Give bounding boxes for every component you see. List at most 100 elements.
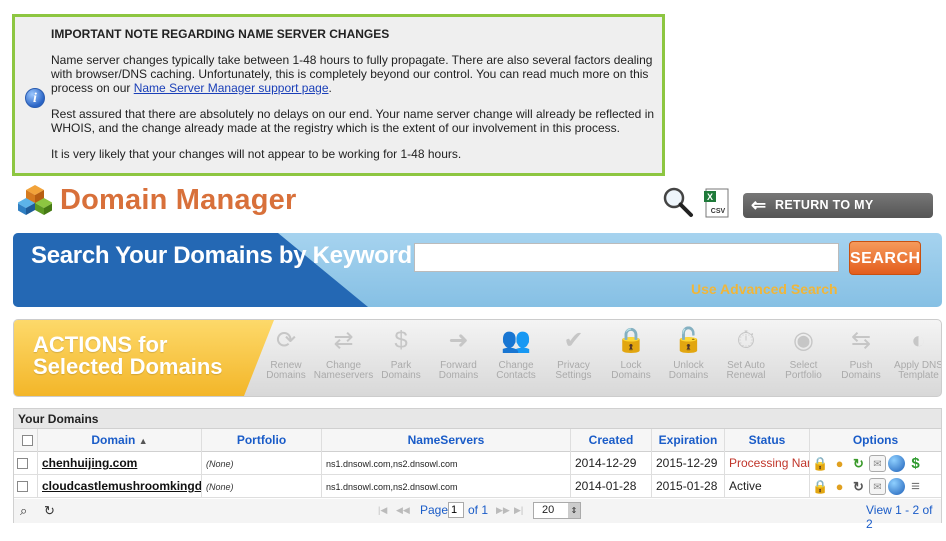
- action-push-button[interactable]: ⇆ Push Domains: [830, 326, 892, 381]
- view-summary: View 1 - 2 of 2: [866, 503, 933, 531]
- nameservers-value: ns1.dnsowl.com,ns2.dnsowl.com: [326, 482, 458, 492]
- portfolio-value: (None): [206, 459, 234, 469]
- contacts-icon[interactable]: ●: [831, 455, 848, 472]
- search-icon[interactable]: ⌕: [20, 503, 27, 519]
- page-count: of 1: [468, 503, 489, 517]
- table-pager: ⌕ ↻ |◀ ◀◀ Page of 1 ▶▶ ▶| 20⇕ View 1 - 2…: [14, 499, 941, 531]
- contacts-icon: 👥: [501, 327, 531, 354]
- svg-text:CSV: CSV: [711, 208, 726, 215]
- lock-icon[interactable]: 🔒: [812, 478, 829, 495]
- email-icon[interactable]: ✉: [869, 478, 886, 496]
- advanced-search-link[interactable]: Use Advanced Search: [691, 281, 838, 297]
- page-size-select[interactable]: 20 ⇕: [533, 502, 581, 519]
- support-page-link[interactable]: Name Server Manager support page: [134, 81, 329, 95]
- name-server-notice: i IMPORTANT NOTE REGARDING NAME SERVER C…: [12, 14, 665, 176]
- status-value: Processing Nam: [725, 452, 810, 475]
- action-privacy-button[interactable]: ✔ Privacy Settings: [543, 326, 605, 381]
- privacy-icon: ✔: [563, 327, 584, 354]
- action-unlock-button[interactable]: 🔓 Unlock Domains: [658, 326, 720, 381]
- table-row: cloudcastlemushroomkingdom (None) ns1.dn…: [14, 475, 941, 498]
- actions-title: ACTIONS for Selected Domains: [33, 332, 223, 379]
- table-header-row: Domain ▲ Portfolio NameServers Created E…: [14, 429, 941, 452]
- dollar-icon[interactable]: $: [907, 455, 924, 472]
- action-dns-template-button[interactable]: ◐ Apply DNS Template: [888, 326, 941, 381]
- actions-bar: ACTIONS for Selected Domains ⟳ Renew Domai…: [13, 319, 942, 397]
- push-icon: ⇆: [850, 327, 872, 354]
- chevron-down-icon: ⇕: [568, 503, 580, 518]
- column-header-domain[interactable]: Domain ▲: [38, 429, 202, 452]
- first-page-icon[interactable]: |◀: [378, 505, 387, 516]
- action-label-line2: Nameservers: [313, 370, 374, 381]
- expiration-value: 2015-12-29: [652, 452, 725, 475]
- action-label-line2: Contacts: [496, 370, 536, 381]
- column-header-nameservers[interactable]: NameServers: [322, 429, 571, 452]
- change-nameservers-icon: ⇄: [333, 327, 354, 354]
- action-park-button[interactable]: $ Park Domains: [370, 326, 432, 381]
- lock-icon: 🔒: [616, 327, 646, 354]
- action-auto-renewal-button[interactable]: ⏱ Set Auto Renewal: [715, 326, 777, 381]
- renew-icon[interactable]: ↻: [850, 455, 867, 472]
- sort-ascending-icon: ▲: [138, 436, 148, 446]
- row-checkbox[interactable]: [17, 458, 28, 470]
- portfolio-value: (None): [206, 482, 234, 492]
- notice-paragraph-3: It is very likely that your changes will…: [51, 147, 462, 161]
- action-label-line2: Portfolio: [785, 370, 822, 381]
- action-label-line2: Domains: [668, 370, 709, 381]
- row-checkbox[interactable]: [17, 481, 28, 493]
- auto-renewal-icon: ⏱: [736, 327, 756, 354]
- action-label-line2: Domains: [438, 370, 479, 381]
- globe-icon[interactable]: [888, 478, 905, 496]
- created-value: 2014-12-29: [571, 452, 652, 475]
- domain-manager-logo-icon: [18, 185, 52, 215]
- action-change-nameservers-button[interactable]: ⇄ Change Nameservers: [313, 326, 375, 381]
- globe-icon[interactable]: [888, 455, 905, 473]
- dns-template-icon: ◐: [911, 327, 926, 354]
- info-icon: i: [25, 88, 45, 108]
- column-header-options: Options: [852, 433, 899, 447]
- arrow-left-icon: ⇐: [751, 195, 767, 215]
- renew-icon: ⟳: [275, 327, 297, 354]
- database-icon[interactable]: ≡: [907, 478, 924, 495]
- domain-search-bar: Search Your Domains by Keyword SEARCH Us…: [13, 233, 942, 307]
- park-icon: $: [394, 327, 408, 354]
- forward-icon: ➜: [448, 327, 469, 354]
- notice-heading: IMPORTANT NOTE REGARDING NAME SERVER CHA…: [51, 27, 390, 41]
- created-value: 2014-01-28: [571, 475, 652, 498]
- contacts-icon[interactable]: ●: [831, 478, 848, 495]
- table-row: chenhuijing.com (None) ns1.dnsowl.com,ns…: [14, 452, 941, 475]
- svg-text:X: X: [707, 192, 713, 202]
- export-csv-icon[interactable]: X CSV: [704, 188, 732, 218]
- domain-link[interactable]: cloudcastlemushroomkingdom: [42, 479, 201, 493]
- search-button[interactable]: SEARCH: [849, 241, 921, 275]
- search-icon[interactable]: [662, 186, 694, 218]
- next-page-icon[interactable]: ▶▶: [496, 505, 510, 516]
- last-page-icon[interactable]: ▶|: [514, 505, 523, 516]
- renew-icon[interactable]: ↻: [850, 478, 867, 495]
- refresh-icon[interactable]: ↻: [44, 503, 55, 519]
- previous-page-icon[interactable]: ◀◀: [396, 505, 410, 516]
- search-input[interactable]: [414, 243, 839, 272]
- lock-icon[interactable]: 🔒: [812, 455, 829, 472]
- column-header-status[interactable]: Status: [725, 429, 810, 452]
- action-forward-button[interactable]: ➜ Forward Domains: [428, 326, 490, 381]
- email-icon[interactable]: ✉: [869, 455, 886, 473]
- page-label: Page: [420, 503, 449, 517]
- action-contacts-button[interactable]: 👥 Change Contacts: [485, 326, 547, 381]
- column-header-portfolio[interactable]: Portfolio: [202, 429, 322, 452]
- row-options: 🔒 ● ↻ ✉ $: [810, 452, 941, 475]
- return-to-account-button[interactable]: ⇐ RETURN TO MY ACCOUNT: [743, 193, 933, 237]
- page-number-input[interactable]: [448, 502, 464, 518]
- domain-link[interactable]: chenhuijing.com: [42, 456, 137, 470]
- page-title: Domain Manager: [60, 184, 297, 216]
- column-header-created[interactable]: Created: [571, 429, 652, 452]
- action-label-line2: Domains: [611, 370, 651, 381]
- select-all-checkbox[interactable]: [21, 435, 33, 447]
- action-portfolio-button[interactable]: ◉ Select Portfolio: [773, 326, 835, 381]
- action-lock-button[interactable]: 🔒 Lock Domains: [600, 326, 662, 381]
- action-label-line2: Domains: [381, 370, 421, 381]
- column-header-expiration[interactable]: Expiration: [652, 429, 725, 452]
- search-heading: Search Your Domains by Keyword: [31, 242, 412, 269]
- action-renew-button[interactable]: ⟳ Renew Domains: [255, 326, 317, 381]
- action-label-line2: Domains: [841, 370, 881, 381]
- portfolio-icon: ◉: [793, 327, 814, 354]
